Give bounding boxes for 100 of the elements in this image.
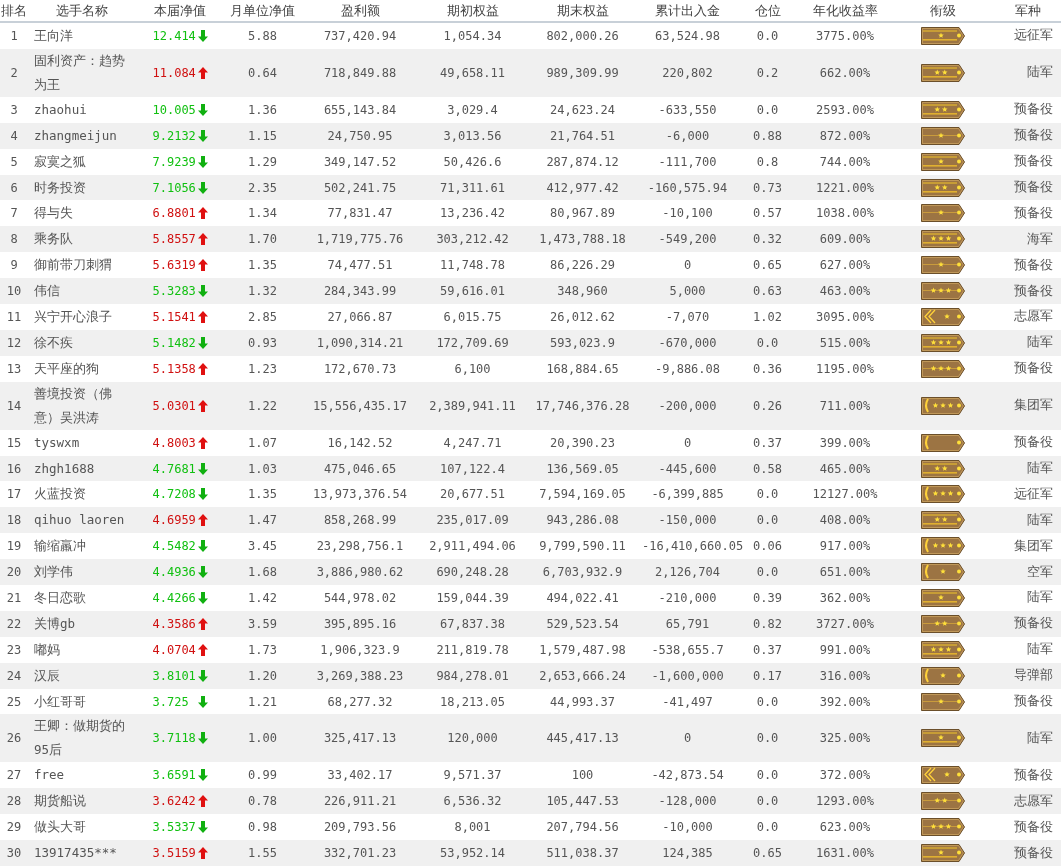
net-flow-cell: 0 <box>683 435 692 450</box>
start-equity-cell: 120,000 <box>447 731 498 746</box>
rank-cell: 14 <box>6 398 22 413</box>
end-equity-cell: 511,038.37 <box>546 846 619 861</box>
net-flow-cell: 65,791 <box>665 616 710 631</box>
rank-cell: 15 <box>6 435 22 450</box>
monthly-value-cell: 1.35 <box>248 258 277 273</box>
annual-return-cell: 3727.00% <box>816 616 874 631</box>
start-equity-cell: 3,013.56 <box>443 128 502 143</box>
end-equity-cell: 136,569.05 <box>546 461 619 476</box>
profit-cell: 349,147.52 <box>323 154 397 169</box>
annual-return-cell: 627.00% <box>819 258 871 273</box>
end-equity-cell: 412,977.42 <box>546 180 619 195</box>
profit-cell: 395,895.16 <box>323 616 397 631</box>
end-equity-cell: 989,309.99 <box>546 65 619 80</box>
annual-return-cell: 651.00% <box>819 565 871 580</box>
position-cell: 1.02 <box>753 309 782 324</box>
player-name-cell: 伟信 <box>34 283 60 299</box>
net-flow-cell: -633,550 <box>658 102 717 117</box>
rank-cell: 24 <box>6 668 22 683</box>
position-cell: 0.32 <box>753 232 782 247</box>
monthly-value-cell: 0.64 <box>248 65 277 80</box>
start-equity-cell: 13,236.42 <box>440 206 505 221</box>
profit-cell: 284,343.99 <box>323 284 397 299</box>
monthly-value-header: 月单位净值 <box>230 2 295 18</box>
player-name-cell: 小红哥哥 <box>34 693 86 709</box>
rank-cell: 2 <box>10 65 18 80</box>
annual-return-cell: 1038.00% <box>816 206 874 221</box>
annual-return-cell: 917.00% <box>819 539 871 554</box>
end-equity-cell: 21,764.51 <box>550 128 615 143</box>
player-name-cell: zhgh1688 <box>34 460 95 476</box>
net-flow-cell: -16,410,660.05 <box>642 539 744 554</box>
annual-return-cell: 1631.00% <box>816 846 874 861</box>
monthly-value-cell: 0.93 <box>248 335 277 350</box>
annual-return-cell: 399.00% <box>819 435 871 450</box>
annual-return-header: 年化收益率 <box>812 2 878 18</box>
position-cell: 0.37 <box>753 435 782 450</box>
rank-cell: 17 <box>6 487 22 502</box>
start-equity-cell: 18,213.05 <box>440 694 505 709</box>
end-equity-cell: 9,799,590.11 <box>539 539 626 554</box>
position-cell: 0.0 <box>756 731 779 746</box>
annual-return-cell: 463.00% <box>819 284 871 299</box>
player-name-cell: 汉辰 <box>34 667 60 683</box>
annual-return-cell: 362.00% <box>819 590 871 605</box>
rank-cell: 16 <box>6 461 22 476</box>
monthly-value-cell: 2.85 <box>248 309 277 324</box>
end-equity-cell: 86,226.29 <box>550 258 615 273</box>
position-cell: 0.88 <box>753 128 782 143</box>
rank-cell: 30 <box>6 846 22 861</box>
start-equity-cell: 235,017.09 <box>436 513 509 528</box>
branch-cell: 预备役 <box>1014 615 1053 631</box>
branch-cell: 预备役 <box>1014 693 1053 709</box>
rank-cell: 12 <box>6 335 22 350</box>
start-equity-cell: 6,015.75 <box>443 309 502 324</box>
profit-cell: 325,417.13 <box>323 731 397 746</box>
monthly-value-cell: 1.36 <box>248 102 277 117</box>
start-equity-cell: 53,952.14 <box>440 846 505 861</box>
start-equity-cell: 50,426.6 <box>443 154 502 169</box>
start-equity-cell: 4,247.71 <box>443 435 502 450</box>
monthly-value-cell: 0.99 <box>248 768 277 783</box>
net-flow-cell: -42,873.54 <box>651 768 724 783</box>
monthly-value-cell: 1.70 <box>248 232 277 247</box>
end-equity-cell: 287,874.12 <box>546 154 619 169</box>
net-value-cell: 5.1358 <box>152 361 197 376</box>
start-equity-cell: 984,278.01 <box>436 668 509 683</box>
position-cell: 0.17 <box>753 668 782 683</box>
end-equity-cell: 20,390.23 <box>550 435 615 450</box>
annual-return-cell: 1195.00% <box>816 361 874 376</box>
start-equity-cell: 8,001 <box>454 820 491 835</box>
end-equity-cell: 494,022.41 <box>546 590 619 605</box>
position-cell: 0.0 <box>756 28 779 43</box>
player-name-cell: 冬日恋歌 <box>34 589 86 605</box>
profit-cell: 13,973,376.54 <box>313 487 407 502</box>
net-value-cell: 5.0301 <box>152 398 197 413</box>
position-cell: 0.0 <box>756 694 779 709</box>
profit-cell: 858,268.99 <box>323 513 397 528</box>
net-value-cell: 10.005 <box>152 102 197 117</box>
branch-cell: 预备役 <box>1014 282 1053 298</box>
net-value-cell: 4.4266 <box>152 590 197 605</box>
rank-cell: 7 <box>10 206 18 221</box>
position-cell: 0.73 <box>753 180 782 195</box>
branch-cell: 海军 <box>1027 230 1053 246</box>
net-value-cell: 11.084 <box>152 65 197 80</box>
rank-cell: 20 <box>6 565 22 580</box>
profit-cell: 502,241.75 <box>323 180 397 195</box>
net-value-header: 本届净值 <box>154 2 206 18</box>
annual-return-cell: 711.00% <box>819 398 871 413</box>
monthly-value-cell: 0.98 <box>248 820 277 835</box>
monthly-value-cell: 1.47 <box>248 513 277 528</box>
player-name-cell: 乘务队 <box>34 231 73 247</box>
branch-cell: 预备役 <box>1014 153 1053 169</box>
profit-cell: 27,066.87 <box>327 309 393 324</box>
rank-cell: 26 <box>6 731 22 746</box>
branch-cell: 预备役 <box>1014 434 1053 450</box>
net-value-cell: 4.4936 <box>152 565 197 580</box>
player-name-cell: 做头大哥 <box>34 819 86 835</box>
net-flow-cell: 220,802 <box>662 65 713 80</box>
monthly-value-cell: 3.59 <box>248 616 277 631</box>
net-value-cell: 5.6319 <box>152 258 197 273</box>
net-value-cell: 3.8101 <box>152 668 197 683</box>
